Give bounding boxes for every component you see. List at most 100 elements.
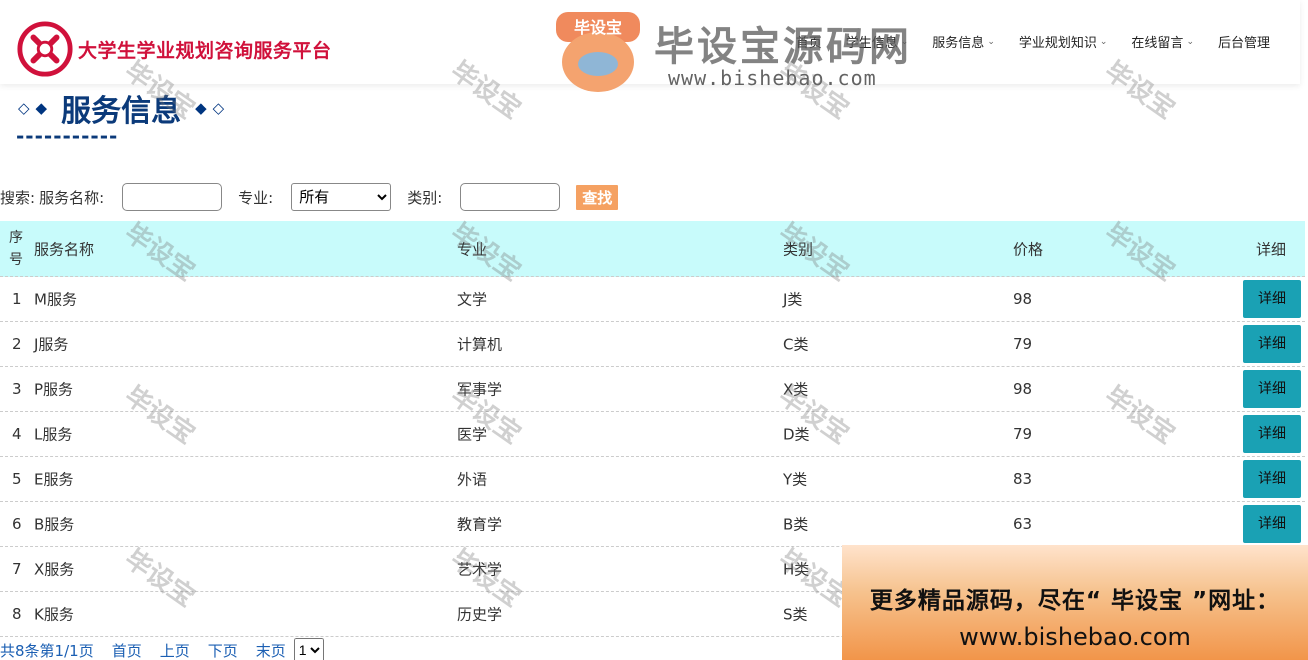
row-detail-cell: 详细 — [1243, 415, 1301, 453]
row-category: B类 — [783, 515, 809, 534]
detail-button[interactable]: 详细 — [1243, 280, 1301, 318]
site-title[interactable]: 大学生学业规划咨询服务平台 — [78, 36, 332, 63]
major-label: 专业: — [238, 188, 274, 207]
header-price: 价格 — [1013, 240, 1044, 258]
nav-item-label: 后台管理 — [1217, 36, 1270, 51]
table-header-row: 序号 服务名称 专业 类别 价格 详细 — [0, 221, 1305, 277]
category-input[interactable] — [460, 183, 561, 211]
service-name-label: 服务名称: — [39, 188, 105, 207]
detail-button[interactable]: 详细 — [1243, 460, 1301, 498]
nav-item-0[interactable]: 首页 — [784, 32, 834, 51]
major-select[interactable]: 所有 — [291, 183, 392, 211]
pagination: 共8条 第1/1页 首页 上页 下页 末页 1 — [0, 638, 324, 660]
top-header: 大学生学业规划咨询服务平台 首页 学生信息 ⌄ 服务信息 ⌄ 学业规划知识 ⌄ 在线留言 ⌄ 后台… — [0, 0, 1300, 84]
row-detail-cell: 详细 — [1243, 280, 1301, 318]
row-service-name: L服务 — [34, 425, 73, 444]
row-detail-cell: 详细 — [1243, 460, 1301, 498]
row-major: 文学 — [457, 290, 488, 309]
title-underline: ----------- — [16, 124, 119, 148]
row-service-name: K服务 — [34, 605, 74, 624]
search-prefix-label: 搜索: — [0, 188, 36, 207]
nav-item-label: 首页 — [795, 36, 822, 51]
page: 大学生学业规划咨询服务平台 首页 学生信息 ⌄ 服务信息 ⌄ 学业规划知识 ⌄ 在线留言 ⌄ 后台… — [0, 0, 1308, 660]
nav-item-label: 学业规划知识 — [1018, 36, 1097, 51]
promo-line-1: 更多精品源码，尽在“ 毕设宝 ”网址： — [869, 588, 1281, 614]
row-major: 教育学 — [457, 515, 503, 534]
site-logo-icon[interactable] — [16, 20, 74, 78]
nav-item-2[interactable]: 服务信息 ⌄ — [920, 32, 1007, 51]
diamond-solid-icon: ◆ — [195, 99, 207, 117]
last-page-link[interactable]: 末页 — [256, 640, 286, 660]
row-index: 1 — [12, 290, 22, 308]
nav-item-5[interactable]: 后台管理 — [1206, 32, 1282, 51]
header-detail: 详细 — [1256, 240, 1287, 258]
row-price: 98 — [1013, 290, 1033, 308]
diamond-outline-icon: ◇ — [18, 99, 30, 117]
header-service-name: 服务名称 — [34, 240, 95, 258]
total-count: 共8条 — [0, 641, 40, 660]
row-category: H类 — [783, 560, 810, 579]
search-button[interactable]: 查找 — [576, 184, 619, 210]
page-indicator: 第1/1页 — [39, 641, 94, 660]
row-index: 8 — [12, 605, 22, 623]
table-row: 2 J服务 计算机 C类 79 详细 — [0, 322, 1305, 367]
row-major: 艺术学 — [457, 560, 503, 579]
row-index: 3 — [12, 380, 22, 398]
table-row: 1 M服务 文学 J类 98 详细 — [0, 277, 1305, 322]
table-row: 4 L服务 医学 D类 79 详细 — [0, 412, 1305, 457]
row-service-name: M服务 — [34, 290, 77, 309]
promo-banner[interactable]: 更多精品源码，尽在“ 毕设宝 ”网址： www.bishebao.com — [842, 545, 1308, 660]
next-page-link[interactable]: 下页 — [208, 640, 238, 660]
row-category: X类 — [783, 380, 809, 399]
nav-item-label: 学生信息 — [845, 36, 898, 51]
table-row: 5 E服务 外语 Y类 83 详细 — [0, 457, 1305, 502]
chevron-down-icon: ⌄ — [1099, 36, 1108, 47]
row-category: D类 — [783, 425, 810, 444]
row-detail-cell: 详细 — [1243, 370, 1301, 408]
row-price: 79 — [1013, 425, 1033, 443]
row-major: 外语 — [457, 470, 488, 489]
row-category: J类 — [783, 290, 803, 309]
row-service-name: B服务 — [34, 515, 75, 534]
row-detail-cell: 详细 — [1243, 505, 1301, 543]
nav-item-4[interactable]: 在线留言 ⌄ — [1119, 32, 1206, 51]
row-price: 83 — [1013, 470, 1033, 488]
row-category: Y类 — [783, 470, 808, 489]
diamond-outline-icon: ◇ — [212, 99, 225, 117]
category-label: 类别: — [407, 188, 443, 207]
row-major: 军事学 — [457, 380, 503, 399]
row-major: 计算机 — [457, 335, 503, 354]
row-index: 7 — [12, 560, 22, 578]
row-index: 4 — [12, 425, 22, 443]
diamond-solid-icon: ◆ — [35, 99, 48, 117]
chevron-down-icon: ⌄ — [1186, 36, 1194, 47]
nav-item-label: 服务信息 — [932, 36, 985, 51]
row-service-name: X服务 — [34, 560, 75, 579]
detail-button[interactable]: 详细 — [1243, 415, 1301, 453]
nav-item-3[interactable]: 学业规划知识 ⌄ — [1007, 32, 1120, 51]
service-name-input[interactable] — [122, 183, 223, 211]
row-index: 2 — [12, 335, 22, 353]
row-major: 医学 — [457, 425, 488, 444]
table-row: 6 B服务 教育学 B类 63 详细 — [0, 502, 1305, 547]
row-category: S类 — [783, 605, 808, 624]
row-service-name: E服务 — [34, 470, 74, 489]
detail-button[interactable]: 详细 — [1243, 370, 1301, 408]
prev-page-link[interactable]: 上页 — [160, 640, 190, 660]
detail-button[interactable]: 详细 — [1243, 505, 1301, 543]
page-select[interactable]: 1 — [293, 638, 324, 660]
header-index: 序号 — [9, 229, 23, 268]
search-bar: 搜索: 服务名称: 专业: 所有 类别: 查找 — [0, 182, 619, 212]
detail-button[interactable]: 详细 — [1243, 325, 1301, 363]
row-price: 79 — [1013, 335, 1033, 353]
chevron-down-icon: ⌄ — [900, 36, 909, 47]
first-page-link[interactable]: 首页 — [112, 640, 142, 660]
nav-item-1[interactable]: 学生信息 ⌄ — [834, 32, 921, 51]
promo-url[interactable]: www.bishebao.com — [842, 623, 1308, 651]
row-index: 5 — [12, 470, 22, 488]
row-price: 63 — [1013, 515, 1033, 533]
row-service-name: P服务 — [34, 380, 74, 399]
header-category: 类别 — [783, 240, 814, 258]
table-row: 3 P服务 军事学 X类 98 详细 — [0, 367, 1305, 412]
row-major: 历史学 — [457, 605, 503, 624]
